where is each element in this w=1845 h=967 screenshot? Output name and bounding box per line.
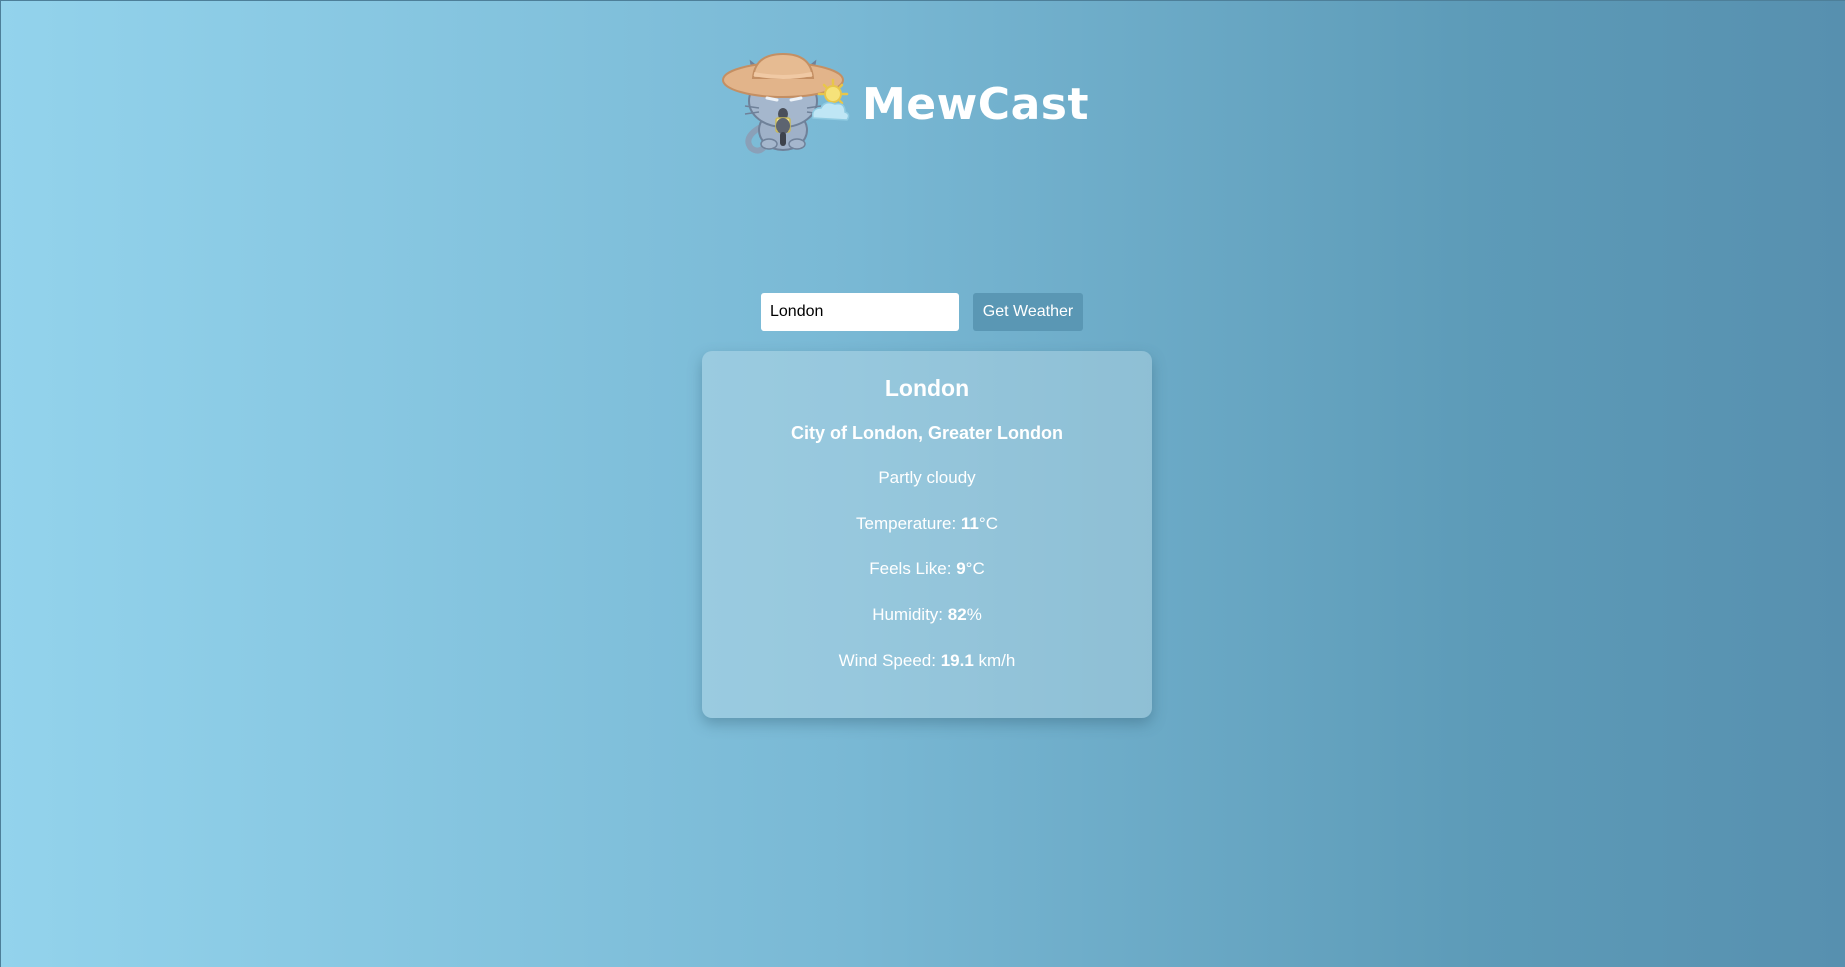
temperature-label: Temperature: <box>856 514 961 533</box>
humidity-row: Humidity: 82% <box>702 605 1152 625</box>
humidity-unit: % <box>966 605 982 624</box>
temperature-row: Temperature: 11°C <box>702 514 1152 534</box>
cat-logo-icon <box>721 46 856 156</box>
weather-card: London City of London, Greater London Pa… <box>702 351 1152 718</box>
condition-text: Partly cloudy <box>878 468 976 487</box>
city-name: London <box>884 375 970 401</box>
temperature-value: 11 <box>960 514 979 533</box>
temperature-unit: °C <box>978 514 998 533</box>
humidity-value: 82 <box>947 605 967 624</box>
humidity-label: Humidity: <box>872 605 948 624</box>
app-header: MewCast <box>721 46 1089 156</box>
wind-speed-unit: km/h <box>973 651 1016 670</box>
app-title: MewCast <box>862 78 1089 130</box>
feels-like-unit: °C <box>965 559 985 578</box>
wind-speed-label: Wind Speed: <box>838 651 941 670</box>
region-name: City of London, Greater London <box>791 423 1063 443</box>
get-weather-button[interactable]: Get Weather <box>973 293 1083 331</box>
city-search-input[interactable] <box>761 293 959 331</box>
wind-speed-value: 19.1 <box>940 651 974 670</box>
feels-like-row: Feels Like: 9°C <box>702 559 1152 579</box>
wind-speed-row: Wind Speed: 19.1 km/h <box>702 651 1152 671</box>
feels-like-label: Feels Like: <box>869 559 957 578</box>
search-bar: Get Weather <box>761 293 1083 331</box>
feels-like-value: 9 <box>956 559 966 578</box>
